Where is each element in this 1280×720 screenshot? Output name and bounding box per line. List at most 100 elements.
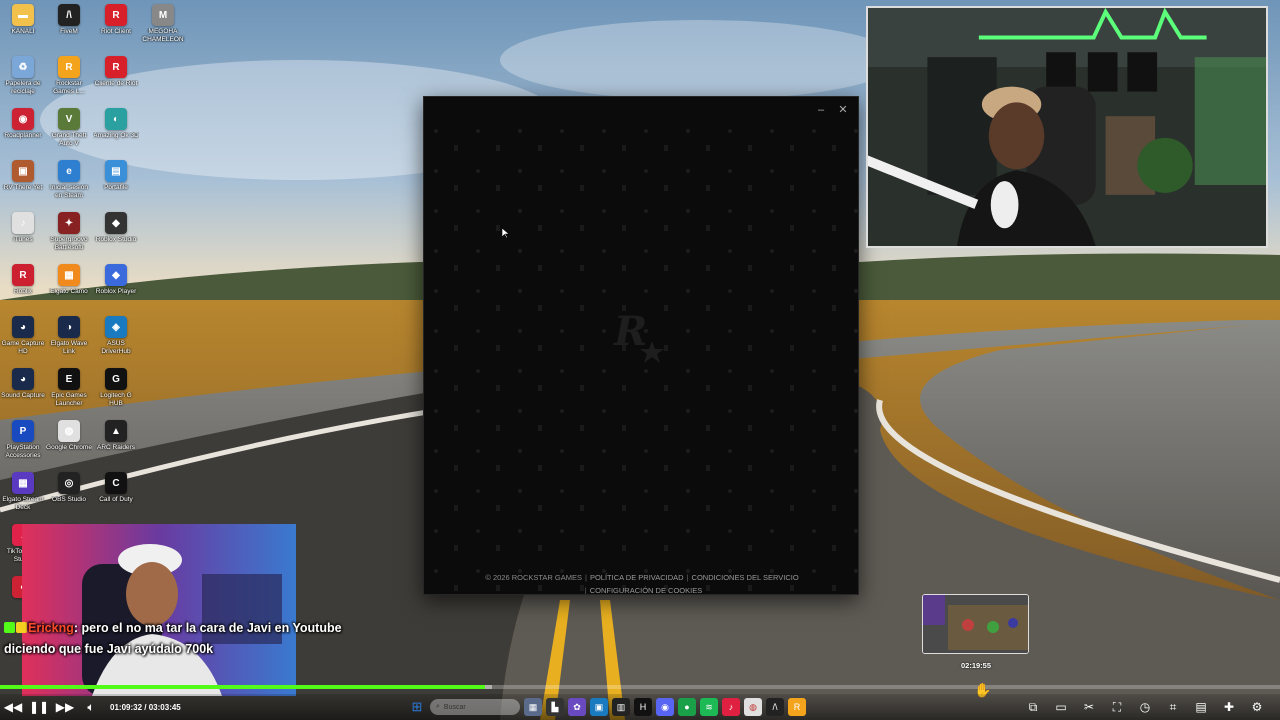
cast-button[interactable]: ▤ [1188,694,1214,720]
app-icon: ◆ [105,264,127,286]
desktop-icon[interactable]: ▬ KANALI [0,4,46,44]
app-icon: R [12,264,34,286]
chat-username[interactable]: Erickng [28,621,74,635]
desktop-icon-label: Elgato Stream Deck [2,496,44,511]
speed-button[interactable]: ◷ [1132,694,1158,720]
settings-gear-icon[interactable]: ⚙ [1244,694,1270,720]
desktop-icon[interactable]: ◐ Amazing Ok 3D [93,108,139,148]
rewind-button[interactable]: ◀◀ [0,694,26,720]
add-button[interactable]: ✚ [1216,694,1242,720]
clip-button[interactable]: ✂ [1076,694,1102,720]
app-icon: ▲ [105,420,127,442]
steelseries-icon: H [634,698,652,716]
app-icon: ◐ [105,108,127,130]
desktop-icon-label: MEGOHA CHAMELEON [142,28,184,43]
desktop-icon[interactable]: /\ FiveM [46,4,92,44]
desktop-icon[interactable]: ◍ Google Chrome [46,420,92,460]
desktop-icon-label: Call of Duty [99,496,133,503]
forward-button[interactable]: ▶▶ [52,694,78,720]
volume-button[interactable]: 🔈︎ [78,694,104,720]
desktop-icon-label: ASUS DriverHub [101,340,131,355]
desktop-icon[interactable]: R Cliente de Riot [93,56,139,96]
crop-button[interactable]: ⌗ [1160,694,1186,720]
desktop-icon[interactable]: P PlayStation Accessories [0,420,46,460]
desktop-icon[interactable]: ♻ Papelera de reciclaje [0,56,46,96]
close-button[interactable]: ✕ [832,101,854,119]
desktop-icon[interactable]: ◈ ASUS DriverHub [93,316,139,356]
seek-bar-progress [0,685,486,689]
privacy-link[interactable]: POLÍTICA DE PRIVACIDAD [590,573,684,582]
desktop-icon[interactable]: R Roblix [0,264,46,304]
desktop-icon-label: Google Chrome [46,444,92,451]
desktop-icon-label: Elgato Wave Link [50,340,88,355]
desktop-icon-label: KANALI [11,28,35,35]
desktop-icon[interactable]: C Call of Duty [93,472,139,512]
rockstar-launcher-window[interactable]: – ✕ R © 2026 ROCKSTAR GAMES | POLÍTICA DE … [423,96,859,595]
chrome-icon: ◍ [744,698,762,716]
theater-mode-button[interactable]: ▭ [1048,694,1074,720]
minimize-button[interactable]: – [810,101,832,119]
app-icon: P [12,420,34,442]
app-icon: ◆ [105,212,127,234]
player-right-controls: ⧉ ▭ ✂ ⛶ ◷ ⌗ ▤ ✚ ⚙ [1020,694,1270,720]
desktop-icon-label: Papelera de reciclaje [5,80,41,95]
desktop-icon[interactable]: ✦ Supergroovo Battlesofti [46,212,92,252]
picture-in-picture-button[interactable]: ⧉ [1020,694,1046,720]
app-icon: ▣ [12,160,34,182]
streamer-webcam-main [866,6,1268,248]
time-separator: / [144,702,147,712]
desktop-icon[interactable]: R Riot Client [93,4,139,44]
desktop-icon[interactable]: ◕ Game Capture HD [0,316,46,356]
desktop-icon[interactable]: ◆ Roblox Studio [93,212,139,252]
copilot-icon: ✿ [568,698,586,716]
kick-badge-icon [4,622,15,633]
seek-preview-time: 02:19:55 [960,661,992,670]
desktop-icon[interactable]: E Epic Games Launcher [46,368,92,408]
desktop-icon[interactable]: ◉ Roadplanner [0,108,46,148]
seek-bar[interactable] [0,685,1280,689]
rockstar-icon: R [788,698,806,716]
desktop-icon[interactable]: R Rockstar Games L... [46,56,92,96]
desktop-icon[interactable]: M MEGOHA CHAMELEON [140,4,186,44]
desktop-icon[interactable]: ▦ Elgato Stream Deck [0,472,46,512]
app-icon: ◎ [58,472,80,494]
desktop-icon[interactable]: ◕ Sound Capture [0,368,46,408]
files-icon: ▥ [612,698,630,716]
widgets-icon: ▦ [524,698,542,716]
desktop-icon[interactable]: ◎ OBS Studio [46,472,92,512]
desktop-icon-label: OBS Studio [52,496,86,503]
taskbar-search-placeholder: Buscar [443,703,466,711]
desktop-icon[interactable]: ▦ Elgato Camo [46,264,92,304]
chat-message: Erickng: pero el no ma tar la cara de Ja… [4,618,344,660]
desktop-icon[interactable]: e Iniciar sesión en Steam [46,160,92,200]
pause-button[interactable]: ❚❚ [26,694,52,720]
fivem-icon: /\ [766,698,784,716]
desktop-icon-label: Roblox Studio [95,236,137,243]
terms-link[interactable]: CONDICIONES DEL SERVICIO [692,573,799,582]
desktop-icon[interactable]: ▣ RV There Yet [0,160,46,200]
fullscreen-button[interactable]: ⛶ [1104,694,1130,720]
desktop-icon[interactable]: ◆ Roblox Player [93,264,139,304]
rockstar-logo-icon: R [613,308,664,363]
app-icon: ◈ [105,316,127,338]
app-icon: ◕ [12,316,34,338]
app-icon: ▬ [12,4,34,26]
desktop-icon-label: Game Capture HD [1,340,45,355]
desktop-icon[interactable]: ▤ Portafile [93,160,139,200]
desktop-icon[interactable]: G Logitech G HUB [93,368,139,408]
desktop-icon[interactable]: ▲ ARC Raiders [93,420,139,460]
discord-icon: ◉ [656,698,674,716]
cookies-link[interactable]: CONFIGURACIÓN DE COOKIES [590,586,703,594]
desktop-icon[interactable]: ♪ iTunes [0,212,46,252]
copyright-text: © 2026 ROCKSTAR GAMES [485,573,582,582]
desktop-icon-label: Roadplanner [4,132,42,139]
launcher-titlebar[interactable]: – ✕ [424,97,858,123]
task-view-icon: ▙ [546,698,564,716]
desktop-icon[interactable]: V Grand Theft Auto V [46,108,92,148]
app-icon: R [58,56,80,78]
desktop-icon-label: Roblix [13,288,33,295]
desktop-icon-label: Cliente de Riot [94,80,138,87]
app-icon: ▦ [58,264,80,286]
launcher-footer: © 2026 ROCKSTAR GAMES | POLÍTICA DE PRIVAC… [485,573,799,595]
desktop-icon[interactable]: ◑ Elgato Wave Link [46,316,92,356]
